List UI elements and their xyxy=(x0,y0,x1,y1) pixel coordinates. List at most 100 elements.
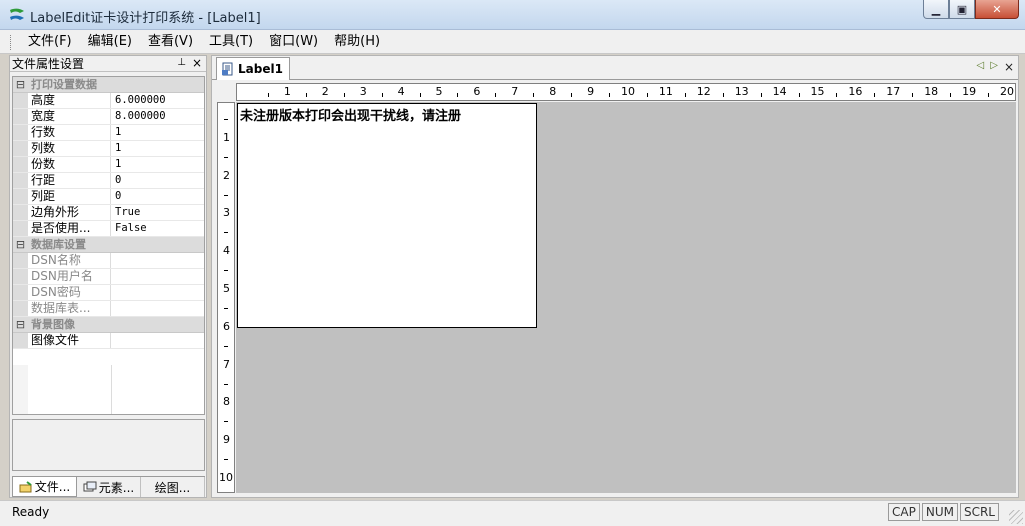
property-row[interactable]: 行数 1 xyxy=(13,125,204,141)
property-value[interactable]: 0 xyxy=(111,189,204,204)
label-page[interactable]: 未注册版本打印会出现干扰线，请注册 xyxy=(237,103,537,328)
property-name: DSN密码 xyxy=(28,285,111,300)
tab-close-icon[interactable]: × xyxy=(1004,60,1014,74)
minimize-button[interactable]: ▁ xyxy=(923,0,949,19)
pane-close-icon[interactable]: × xyxy=(192,56,202,70)
ruler-tick xyxy=(571,93,573,97)
menu-tools[interactable]: 工具(T) xyxy=(201,34,261,50)
close-icon: ✕ xyxy=(992,2,1002,16)
property-value[interactable]: True xyxy=(111,205,204,220)
property-row[interactable]: 是否使用... False xyxy=(13,221,204,237)
ruler-tick xyxy=(224,194,228,196)
resize-grip[interactable] xyxy=(1009,510,1023,524)
property-value[interactable]: 0 xyxy=(111,173,204,188)
property-row[interactable]: DSN密码 xyxy=(13,285,204,301)
property-name: 列距 xyxy=(28,189,111,204)
ruler-tick xyxy=(267,93,269,97)
property-row[interactable]: 列距 0 xyxy=(13,189,204,205)
ruler-tick xyxy=(224,307,228,309)
document-tab-label: Label1 xyxy=(238,62,283,76)
ruler-number: 14 xyxy=(772,85,787,98)
property-row[interactable]: 份数 1 xyxy=(13,157,204,173)
property-value[interactable] xyxy=(111,253,204,268)
property-value[interactable]: 6.000000 xyxy=(111,93,204,108)
ruler-tick xyxy=(760,93,762,97)
ruler-tick xyxy=(495,93,497,97)
ruler-tick xyxy=(381,93,383,97)
ruler-tick xyxy=(224,345,228,347)
ruler-number: 3 xyxy=(359,85,367,98)
property-grid: ⊟ 打印设置数据 高度 6.000000 宽度 8.000000 行数 1 列数 1 份… xyxy=(12,76,205,415)
property-value[interactable] xyxy=(111,301,204,316)
property-value[interactable]: 1 xyxy=(111,141,204,156)
pin-icon[interactable]: ⊥ xyxy=(177,57,186,68)
menu-grip[interactable] xyxy=(10,35,13,50)
ruler-number: 5 xyxy=(435,85,443,98)
ruler-tick xyxy=(224,383,228,385)
ruler-tick xyxy=(722,93,724,97)
ruler-number: 5 xyxy=(223,282,230,295)
ruler-number: 19 xyxy=(962,85,977,98)
file-properties-pane: 文件属性设置 ⊥ × ⊟ 打印设置数据 高度 6.000000 宽度 8.00000… xyxy=(9,55,207,498)
tab-elements[interactable]: 元素... xyxy=(77,477,141,497)
tab-next-icon[interactable]: ▷ xyxy=(990,60,998,74)
category-database-settings[interactable]: ⊟ 数据库设置 xyxy=(13,237,204,253)
ruler-number: 15 xyxy=(810,85,825,98)
status-text: Ready xyxy=(12,505,50,519)
property-row[interactable]: 列数 1 xyxy=(13,141,204,157)
property-row[interactable]: 宽度 8.000000 xyxy=(13,109,204,125)
tab-prev-icon[interactable]: ◁ xyxy=(977,60,985,74)
menu-window[interactable]: 窗口(W) xyxy=(261,34,326,50)
property-value[interactable] xyxy=(111,285,204,300)
tab-label: 元素... xyxy=(98,480,135,495)
collapse-icon[interactable]: ⊟ xyxy=(13,317,28,332)
document-tab-bar: Label1 ◁ ▷ × xyxy=(212,56,1018,80)
ruler-number: 1 xyxy=(283,85,291,98)
tab-label1[interactable]: Label1 xyxy=(216,57,290,80)
property-row[interactable]: 边角外形 True xyxy=(13,205,204,221)
property-row[interactable]: 图像文件 xyxy=(13,333,204,349)
app-logo-icon xyxy=(10,8,24,20)
category-background-image[interactable]: ⊟ 背景图像 xyxy=(13,317,204,333)
ruler-tick xyxy=(533,93,535,97)
menu-file[interactable]: 文件(F) xyxy=(20,34,80,50)
ruler-tick xyxy=(912,93,914,97)
property-name: 行距 xyxy=(28,173,111,188)
collapse-icon[interactable]: ⊟ xyxy=(13,77,28,92)
menu-help[interactable]: 帮助(H) xyxy=(326,34,388,50)
ruler-number: 3 xyxy=(223,206,230,220)
pane-title: 文件属性设置 xyxy=(12,57,85,71)
category-label: 背景图像 xyxy=(31,318,75,331)
property-value[interactable]: 8.000000 xyxy=(111,109,204,124)
property-value[interactable]: 1 xyxy=(111,157,204,172)
elements-icon xyxy=(83,481,97,492)
document-area: Label1 ◁ ▷ × 1 2 3 4 5 6 7 8 9 10 11 12 13 14 15 16 17 18… xyxy=(211,55,1019,498)
property-row[interactable]: 行距 0 xyxy=(13,173,204,189)
property-row[interactable]: 数据库表... xyxy=(13,301,204,317)
ruler-number: 6 xyxy=(223,319,230,333)
property-value[interactable]: 1 xyxy=(111,125,204,140)
document-icon xyxy=(222,62,233,76)
collapse-icon[interactable]: ⊟ xyxy=(13,237,28,252)
ruler-tick xyxy=(874,93,876,97)
ruler-number: 9 xyxy=(587,85,595,98)
menu-edit[interactable]: 编辑(E) xyxy=(80,34,140,50)
property-row[interactable]: DSN用户名 xyxy=(13,269,204,285)
tab-label: 文件... xyxy=(34,480,71,494)
maximize-button[interactable]: ▣ xyxy=(949,0,975,19)
scroll-lock-indicator: SCRL xyxy=(959,503,999,521)
category-label: 数据库设置 xyxy=(31,238,86,251)
ruler-number: 2 xyxy=(223,168,230,182)
tab-drawing[interactable]: 绘图... xyxy=(141,477,205,497)
menu-view[interactable]: 查看(V) xyxy=(140,34,201,50)
property-value[interactable]: False xyxy=(111,221,204,236)
category-print-settings[interactable]: ⊟ 打印设置数据 xyxy=(13,77,204,93)
property-value[interactable] xyxy=(111,333,204,348)
ruler-number: 11 xyxy=(658,85,673,98)
design-canvas[interactable]: 未注册版本打印会出现干扰线，请注册 xyxy=(236,102,1016,493)
close-button[interactable]: ✕ xyxy=(975,0,1019,19)
property-row[interactable]: DSN名称 xyxy=(13,253,204,269)
property-value[interactable] xyxy=(111,269,204,284)
tab-file[interactable]: 文件... xyxy=(12,477,77,497)
property-row[interactable]: 高度 6.000000 xyxy=(13,93,204,109)
